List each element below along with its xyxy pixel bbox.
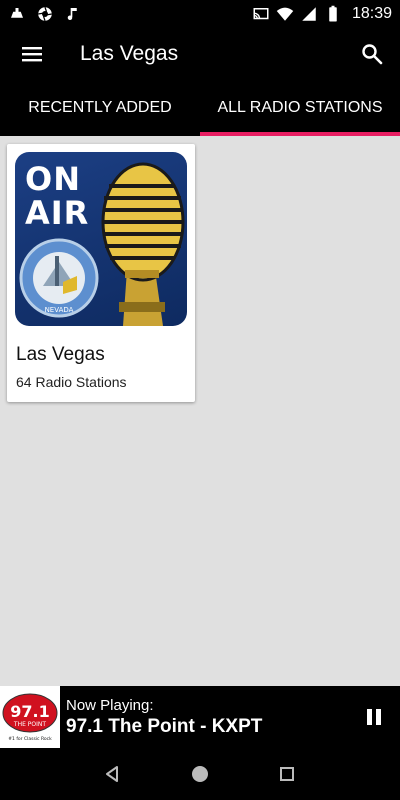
signal-icon [302,6,316,21]
clock: 18:39 [351,4,392,22]
now-playing-label: Now Playing: [66,696,154,714]
station-card[interactable]: ON AIR NEVADA Las Vegas 64 Radio Station… [7,144,195,402]
tab-recently-added[interactable]: Recently Added [0,80,200,136]
station-card-title: Las Vegas [16,344,105,365]
music-note-icon [67,7,77,20]
pause-icon [367,709,381,725]
wifi-icon [276,7,294,21]
recents-icon[interactable] [277,764,297,784]
logo-tagline: #1 for Classic Rock [8,736,52,742]
search-icon [362,43,383,64]
cast-icon [253,7,269,19]
pause-button[interactable] [348,686,400,748]
shutter-icon [38,6,52,21]
now-playing-bar[interactable]: 97.1 THE POINT #1 for Classic Rock Now P… [0,686,400,748]
now-playing-info: Now Playing: 97.1 The Point - KXPT [66,697,262,738]
tab-all-radio-stations[interactable]: All Radio Stations [200,80,400,136]
logo-name: THE POINT [13,721,46,728]
system-icons: 18:39 [252,5,392,23]
battery-icon [329,5,337,21]
on-air-microphone-image: ON AIR NEVADA [15,152,187,326]
seal-text: NEVADA [45,306,74,314]
app-toolbar: Las Vegas [0,27,400,80]
search-button[interactable] [344,27,400,80]
cloud-download-icon [11,7,23,18]
hamburger-menu-icon [22,46,42,61]
notification-icons [8,5,82,23]
microphone-icon: NEVADA [19,162,185,326]
station-logo-image: 97.1 THE POINT #1 for Classic Rock [2,693,58,742]
logo-number: 97.1 [10,702,49,721]
status-bar: 18:39 [0,0,400,27]
station-list: ON AIR NEVADA Las Vegas 64 Radio Station… [0,136,400,682]
station-logo: 97.1 THE POINT #1 for Classic Rock [0,686,60,748]
system-nav-bar [0,748,400,800]
page-title: Las Vegas [80,41,179,65]
station-count: 64 Radio Stations [16,374,127,390]
back-icon[interactable] [103,764,123,784]
menu-button[interactable] [0,27,64,80]
tab-bar: Recently Added All Radio Stations [0,80,400,136]
home-icon[interactable] [190,764,210,784]
now-playing-station: 97.1 The Point - KXPT [66,715,263,737]
